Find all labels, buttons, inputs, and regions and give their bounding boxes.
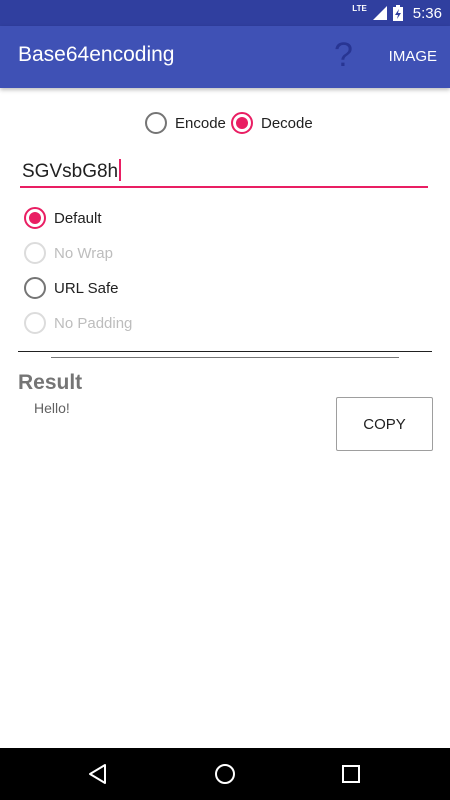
- encode-radio-label: Encode: [175, 114, 226, 132]
- lte-indicator: LTE: [352, 3, 367, 13]
- option-no-wrap-circle: [24, 242, 46, 264]
- help-button[interactable]: ?: [334, 36, 353, 75]
- divider-inner: [51, 357, 399, 358]
- navigation-bar: [0, 748, 450, 800]
- status-time: 5:36: [412, 4, 442, 22]
- option-default[interactable]: Default: [24, 207, 102, 229]
- option-no-wrap-label: No Wrap: [54, 244, 113, 262]
- result-heading: Result: [18, 371, 83, 394]
- app-bar: Base64encoding ? IMAGE: [0, 26, 450, 88]
- input-value: SGVsbG8h: [22, 161, 119, 182]
- option-url-safe-label: URL Safe: [54, 279, 119, 297]
- option-url-safe-circle[interactable]: [24, 277, 46, 299]
- divider-outer: [18, 351, 432, 352]
- decode-radio[interactable]: Decode: [231, 112, 313, 134]
- battery-charging-icon: [392, 5, 403, 21]
- image-action-button[interactable]: IMAGE: [389, 48, 437, 65]
- text-cursor: [119, 159, 122, 181]
- decode-radio-circle[interactable]: [231, 112, 253, 134]
- decode-radio-label: Decode: [261, 114, 313, 132]
- option-default-circle[interactable]: [24, 207, 46, 229]
- base64-input-field[interactable]: SGVsbG8h: [20, 156, 428, 188]
- recents-square-icon[interactable]: [339, 762, 363, 786]
- result-value: Hello!: [34, 400, 70, 416]
- status-bar: LTE 5:36: [0, 0, 450, 26]
- option-default-label: Default: [54, 209, 102, 227]
- app-title: Base64encoding: [18, 43, 175, 66]
- encode-radio-circle[interactable]: [145, 112, 167, 134]
- status-icons: LTE 5:36: [352, 3, 442, 23]
- option-no-padding-label: No Padding: [54, 314, 133, 332]
- signal-icon: [372, 6, 387, 20]
- encode-radio[interactable]: Encode: [145, 112, 226, 134]
- home-circle-icon[interactable]: [213, 762, 237, 786]
- back-triangle-icon[interactable]: [86, 762, 110, 786]
- option-url-safe[interactable]: URL Safe: [24, 277, 118, 299]
- copy-button[interactable]: COPY: [336, 397, 433, 451]
- option-no-wrap: No Wrap: [24, 242, 113, 264]
- option-no-padding: No Padding: [24, 312, 132, 334]
- option-no-padding-circle: [24, 312, 46, 334]
